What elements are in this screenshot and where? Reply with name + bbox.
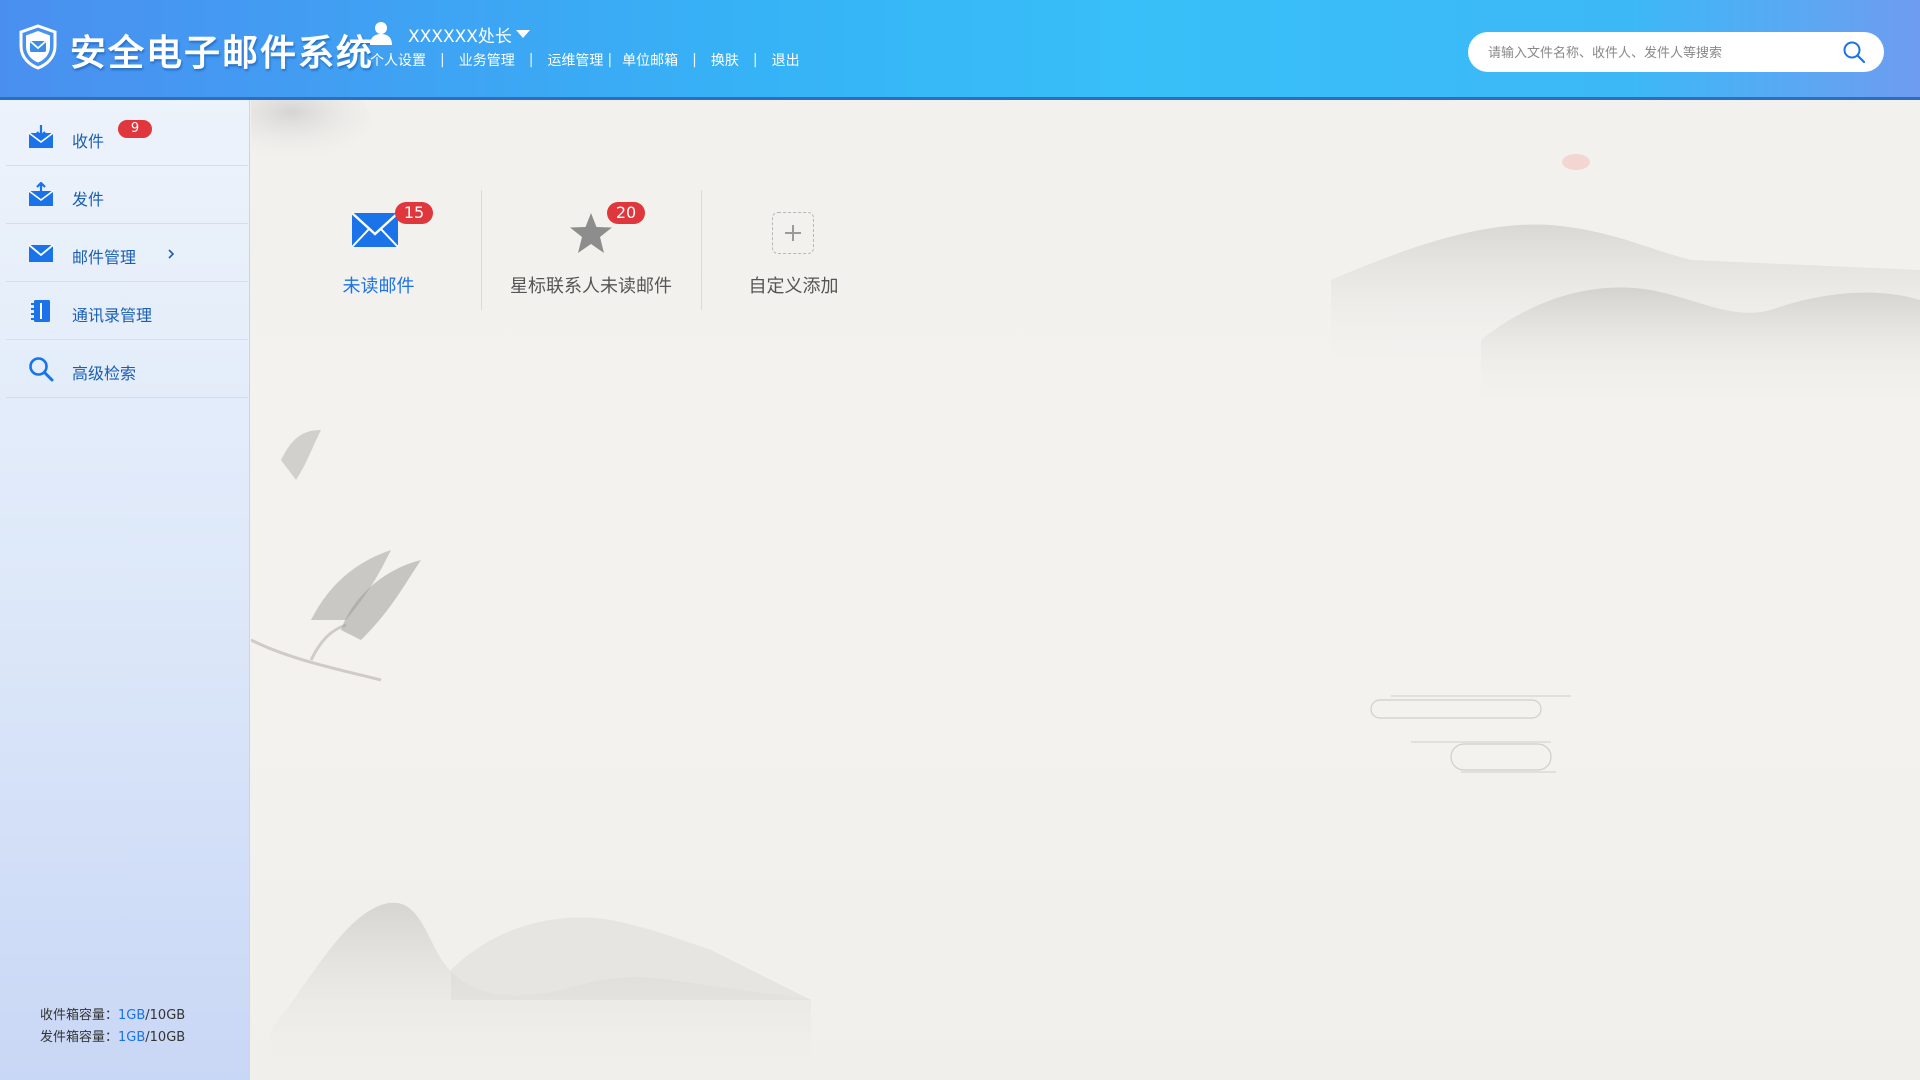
user-name[interactable]: XXXXXX处长 [408, 22, 512, 47]
link-unit-mailbox[interactable]: 单位邮箱 [622, 50, 678, 70]
sidebar-item-inbox[interactable]: 收件 9 [6, 108, 248, 166]
sidebar-item-address-book[interactable]: 通讯录管理 [6, 282, 248, 340]
plus-icon [772, 212, 814, 254]
sidebar-item-label: 通讯录管理 [72, 306, 153, 325]
inbox-icon [28, 125, 54, 148]
inbox-quota-label: 收件箱容量： [40, 1008, 119, 1023]
address-book-icon [31, 300, 50, 322]
link-separator: | [752, 52, 758, 68]
chevron-right-icon [168, 249, 175, 259]
outbox-quota: 发件箱容量：1GB/10GB [40, 1026, 185, 1045]
link-change-skin[interactable]: 换肤 [711, 50, 739, 70]
link-separator: | [607, 52, 613, 68]
sidebar-item-advanced-search[interactable]: 高级检索 [6, 340, 248, 398]
main-content: 15 未读邮件 20 星标联系人未读邮件 自定义添加 [251, 100, 1920, 1080]
outbox-quota-used: 1GB [118, 1030, 146, 1045]
link-business-management[interactable]: 业务管理 [459, 50, 515, 70]
widget-divider [481, 190, 482, 310]
widget-starred-unread-mail[interactable]: 20 星标联系人未读邮件 [501, 192, 681, 310]
widget-unread-mail[interactable]: 15 未读邮件 [311, 192, 446, 310]
user-avatar-icon [370, 22, 392, 45]
sidebar-item-outbox[interactable]: 发件 [6, 166, 248, 224]
widget-label: 自定义添加 [748, 276, 839, 297]
link-separator: | [440, 52, 445, 68]
inbox-quota-total: /10GB [145, 1008, 186, 1023]
search-icon [29, 357, 54, 382]
search-icon[interactable] [1842, 40, 1866, 64]
widget-label: 未读邮件 [342, 276, 415, 297]
inbox-quota-used: 1GB [118, 1008, 146, 1023]
sidebar-item-label: 邮件管理 [72, 248, 137, 267]
link-separator: | [528, 52, 534, 68]
outbox-quota-total: /10GB [145, 1030, 186, 1045]
top-nav-links: 个人设置 | 业务管理 | 运维管理 | 单位邮箱 | 换肤 | 退出 [370, 50, 800, 70]
unread-count-badge: 9 [118, 120, 152, 138]
widget-custom-add[interactable]: 自定义添加 [721, 192, 866, 310]
widget-label: 星标联系人未读邮件 [510, 276, 672, 297]
star-icon [570, 213, 612, 253]
link-ops-management[interactable]: 运维管理 [547, 50, 603, 70]
envelope-icon [351, 212, 399, 248]
link-personal-settings[interactable]: 个人设置 [370, 50, 426, 70]
mail-manage-icon [28, 244, 54, 262]
sidebar-item-mail-management[interactable]: 邮件管理 [6, 224, 248, 282]
widget-divider [701, 190, 702, 310]
unread-count-badge: 20 [607, 202, 645, 224]
caret-down-icon[interactable] [516, 30, 530, 38]
inbox-quota: 收件箱容量：1GB/10GB [40, 1004, 185, 1023]
sidebar-item-label: 高级检索 [72, 364, 137, 383]
search-input[interactable] [1486, 40, 1830, 66]
link-logout[interactable]: 退出 [772, 50, 800, 70]
link-separator: | [692, 52, 697, 68]
search-bar [1468, 32, 1884, 72]
sidebar-item-label: 收件 [72, 132, 105, 151]
sidebar: 收件 9 发件 邮件管理 通讯录管理 高级检索 收件箱容量：1GB/10GB 发… [0, 100, 250, 1080]
shield-logo-icon [19, 24, 57, 70]
top-header: 安全电子邮件系统 XXXXXX处长 个人设置 | 业务管理 | 运维管理 | 单… [0, 0, 1920, 100]
app-title: 安全电子邮件系统 [70, 32, 375, 74]
sidebar-item-label: 发件 [72, 190, 105, 209]
outbox-quota-label: 发件箱容量： [40, 1030, 119, 1045]
unread-count-badge: 15 [395, 202, 433, 224]
outbox-icon [28, 182, 54, 206]
